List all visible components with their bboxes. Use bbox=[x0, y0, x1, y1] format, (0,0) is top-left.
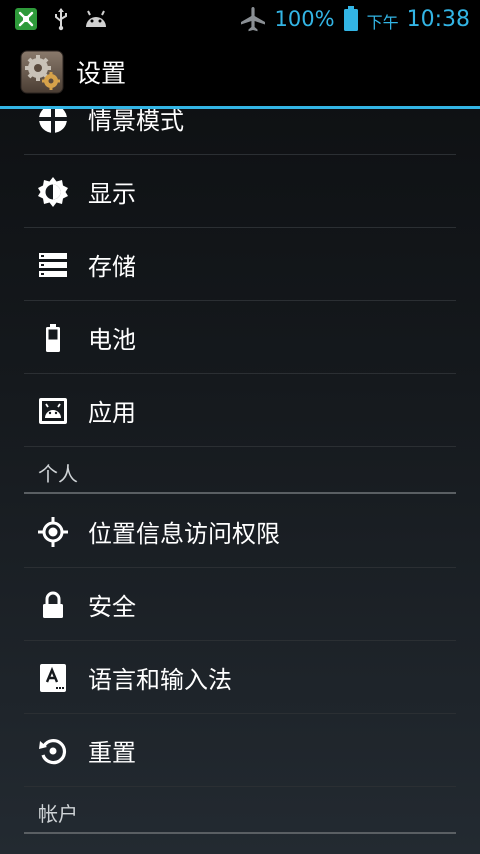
settings-item-label: 语言和输入法 bbox=[88, 666, 232, 694]
settings-item-label: 位置信息访问权限 bbox=[88, 520, 280, 548]
section-divider bbox=[24, 492, 456, 494]
battery-percent: 100% bbox=[274, 7, 335, 31]
settings-item-location-access[interactable]: 位置信息访问权限 bbox=[24, 495, 456, 568]
settings-item-apps[interactable]: 应用 bbox=[24, 374, 456, 447]
settings-item-security[interactable]: 安全 bbox=[24, 568, 456, 641]
status-bar: 100% 下午 10:38 bbox=[0, 0, 480, 38]
settings-item-display[interactable]: 显示 bbox=[24, 155, 456, 228]
settings-item-language-input[interactable]: 语言和输入法 bbox=[24, 641, 456, 714]
settings-item-label: 情景模式 bbox=[88, 109, 184, 135]
language-keyboard-icon bbox=[40, 664, 66, 692]
audio-profile-icon bbox=[39, 109, 67, 133]
usb-icon bbox=[55, 8, 67, 31]
settings-gears-icon[interactable] bbox=[20, 50, 64, 94]
clock: 10:38 bbox=[406, 6, 470, 32]
section-header-accounts: 帐户 bbox=[24, 790, 456, 834]
settings-item-battery[interactable]: 电池 bbox=[24, 301, 456, 374]
page-title: 设置 bbox=[76, 59, 127, 88]
settings-item-label: 电池 bbox=[88, 326, 136, 354]
settings-item-label: 应用 bbox=[88, 399, 136, 427]
apps-icon bbox=[39, 398, 67, 424]
lock-icon bbox=[43, 591, 63, 618]
reset-icon bbox=[39, 739, 66, 765]
settings-item-reset[interactable]: 重置 bbox=[24, 714, 456, 787]
settings-item-audio-profiles[interactable]: 情景模式 bbox=[24, 109, 456, 155]
settings-list[interactable]: 情景模式 显示 存储 电池 应用 个人 位置信息访问权限 安全 语言和输入法 重… bbox=[0, 109, 480, 854]
location-icon bbox=[38, 517, 68, 547]
action-bar: 设置 bbox=[0, 38, 480, 106]
green-app-notification-icon bbox=[15, 8, 37, 30]
brightness-icon bbox=[38, 177, 68, 207]
battery-icon bbox=[46, 324, 60, 352]
time-ampm: 下午 bbox=[366, 12, 399, 32]
section-divider bbox=[24, 832, 456, 834]
section-header-personal: 个人 bbox=[24, 450, 456, 494]
section-title: 个人 bbox=[38, 462, 78, 486]
airplane-mode-icon bbox=[240, 7, 265, 32]
settings-item-label: 显示 bbox=[88, 180, 136, 208]
battery-full-icon bbox=[343, 6, 358, 31]
settings-item-label: 重置 bbox=[88, 739, 136, 767]
storage-icon bbox=[39, 253, 67, 277]
android-debug-icon bbox=[86, 10, 106, 27]
settings-item-label: 安全 bbox=[88, 593, 136, 621]
settings-item-label: 存储 bbox=[88, 253, 136, 281]
section-title: 帐户 bbox=[38, 802, 78, 826]
settings-item-storage[interactable]: 存储 bbox=[24, 228, 456, 301]
